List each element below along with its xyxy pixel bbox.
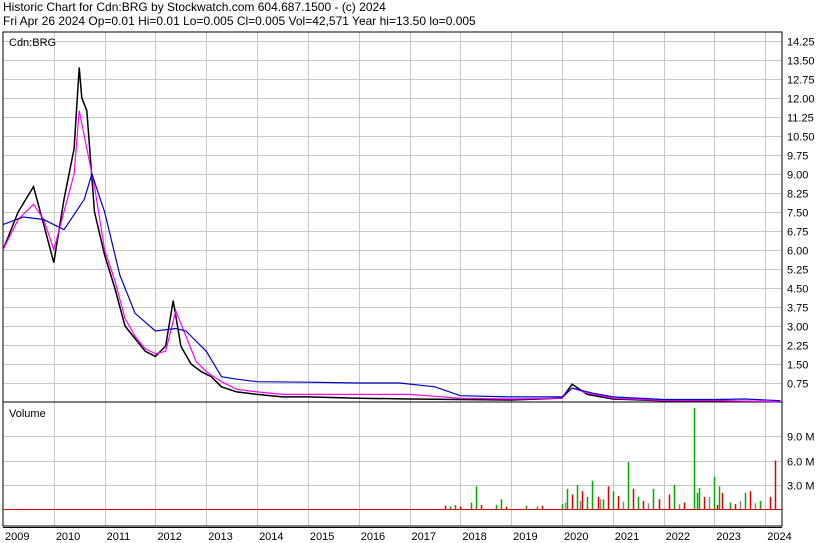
- x-tick-label: 2018: [462, 531, 486, 543]
- price-grid: [3, 32, 782, 402]
- price-tick-label: 13.50: [787, 56, 815, 68]
- price-series-line: [2, 171, 781, 402]
- volume-tick-label: 6.0 M: [787, 457, 815, 469]
- volume-label: Volume: [9, 408, 46, 420]
- price-tick-label: 10.50: [787, 132, 815, 144]
- price-tick-label: 12.75: [787, 75, 815, 87]
- x-tick-label: 2017: [412, 531, 436, 543]
- price-tick-label: 4.50: [787, 284, 808, 296]
- x-tick-label: 2019: [513, 531, 537, 543]
- price-tick-label: 11.25: [787, 113, 814, 125]
- price-tick-label: 9.75: [787, 151, 808, 163]
- volume-grid: [3, 402, 782, 528]
- x-tick-label: 2014: [259, 531, 283, 543]
- x-tick-label: 2009: [5, 531, 29, 543]
- x-tick-label: 2013: [208, 531, 232, 543]
- price-tick-label: 2.25: [787, 341, 808, 353]
- price-tick-label: 6.00: [787, 246, 808, 258]
- symbol-label: Cdn:BRG: [9, 37, 56, 49]
- price-tick-label: 3.00: [787, 322, 808, 334]
- x-tick-label: 2021: [615, 531, 639, 543]
- price-tick-label: 3.75: [787, 303, 808, 315]
- price-panel-frame: [2, 31, 783, 403]
- x-tick-label: 2011: [107, 531, 131, 543]
- volume-tick-label: 3.0 M: [787, 481, 815, 493]
- price-tick-label: 12.00: [787, 94, 815, 106]
- price-tick-label: 6.75: [787, 227, 808, 239]
- volume-panel-frame: [2, 401, 783, 527]
- x-tick-label: 2012: [157, 531, 181, 543]
- price-tick-label: 1.50: [787, 360, 808, 372]
- x-tick-label: 2022: [666, 531, 690, 543]
- x-tick-label: 2010: [56, 531, 80, 543]
- price-tick-label: 7.50: [787, 208, 808, 220]
- price-series-line: [2, 110, 781, 403]
- stock-chart: Cdn:BRG Volume 14.25 13.50 12.75 12.00 11.25…: [2, 31, 815, 543]
- x-tick-label: 2024: [767, 531, 791, 543]
- price-tick-label: 0.75: [787, 379, 808, 391]
- price-tick-label: 14.25: [787, 37, 815, 49]
- price-tick-label: 5.25: [787, 265, 808, 277]
- price-tick-label: 8.25: [787, 189, 808, 201]
- x-tick-label: 2020: [564, 531, 588, 543]
- volume-tick-label: 9.0 M: [787, 432, 815, 444]
- x-tick-label: 2023: [716, 531, 740, 543]
- price-tick-label: 9.00: [787, 170, 808, 182]
- x-tick-label: 2015: [310, 531, 334, 543]
- x-tick-label: 2016: [361, 531, 385, 543]
